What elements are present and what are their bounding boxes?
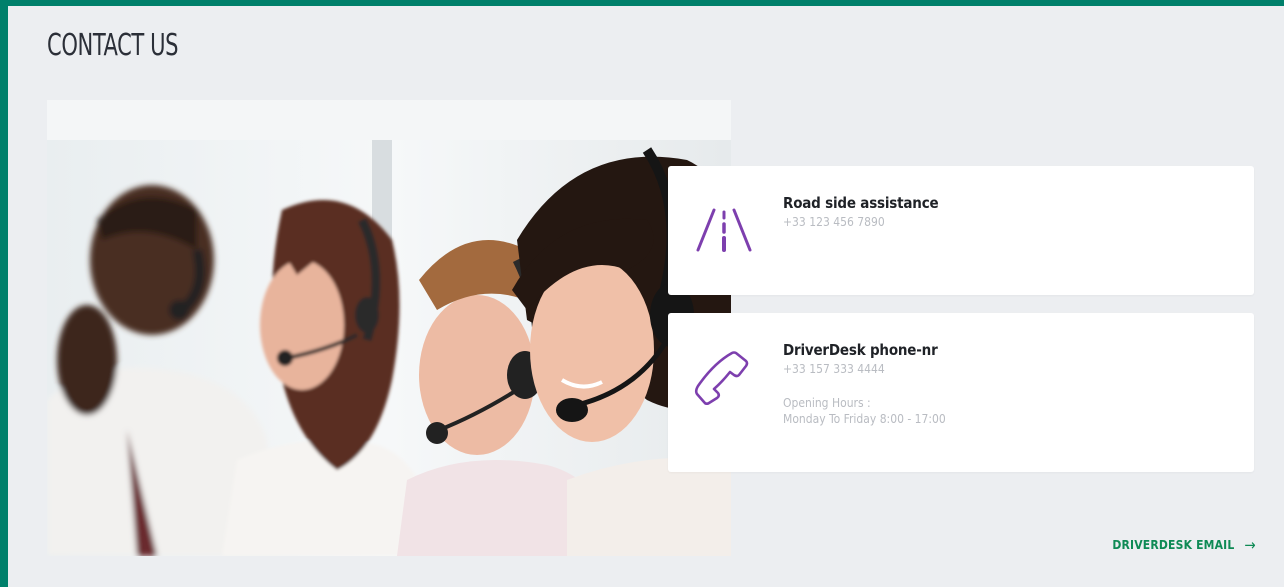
page-frame: CONTACT US Road side assistance +33 123 … <box>8 6 1284 587</box>
opening-hours-label: Opening Hours : <box>783 396 871 410</box>
card-title: DriverDesk phone-nr <box>783 341 938 359</box>
email-link-label: DRIVERDESK EMAIL <box>1112 538 1235 552</box>
card-title: Road side assistance <box>783 194 939 212</box>
phone-number[interactable]: +33 157 333 4444 <box>783 361 946 377</box>
call-center-photo <box>47 100 731 556</box>
phone-icon <box>692 349 756 409</box>
opening-hours: Monday To Friday 8:00 - 17:00 <box>783 412 946 426</box>
driverdesk-phone-card: DriverDesk phone-nr +33 157 333 4444 Ope… <box>668 313 1254 472</box>
arrow-right-icon: → <box>1244 536 1256 554</box>
road-icon <box>692 206 756 258</box>
roadside-assistance-card: Road side assistance +33 123 456 7890 <box>668 166 1254 295</box>
phone-number[interactable]: +33 123 456 7890 <box>783 214 938 230</box>
driverdesk-email-link[interactable]: DRIVERDESK EMAIL → <box>1112 536 1256 554</box>
page-title: CONTACT US <box>47 28 179 63</box>
